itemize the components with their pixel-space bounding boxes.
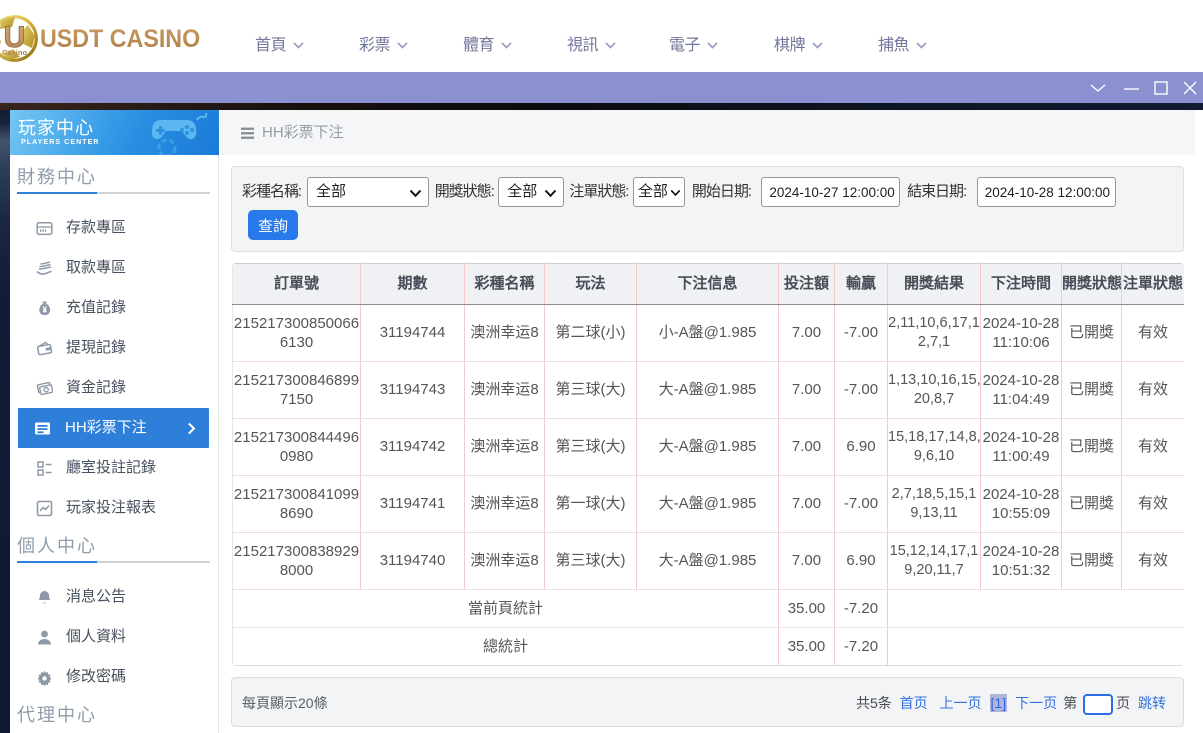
svg-text:Casino: Casino (2, 48, 27, 57)
